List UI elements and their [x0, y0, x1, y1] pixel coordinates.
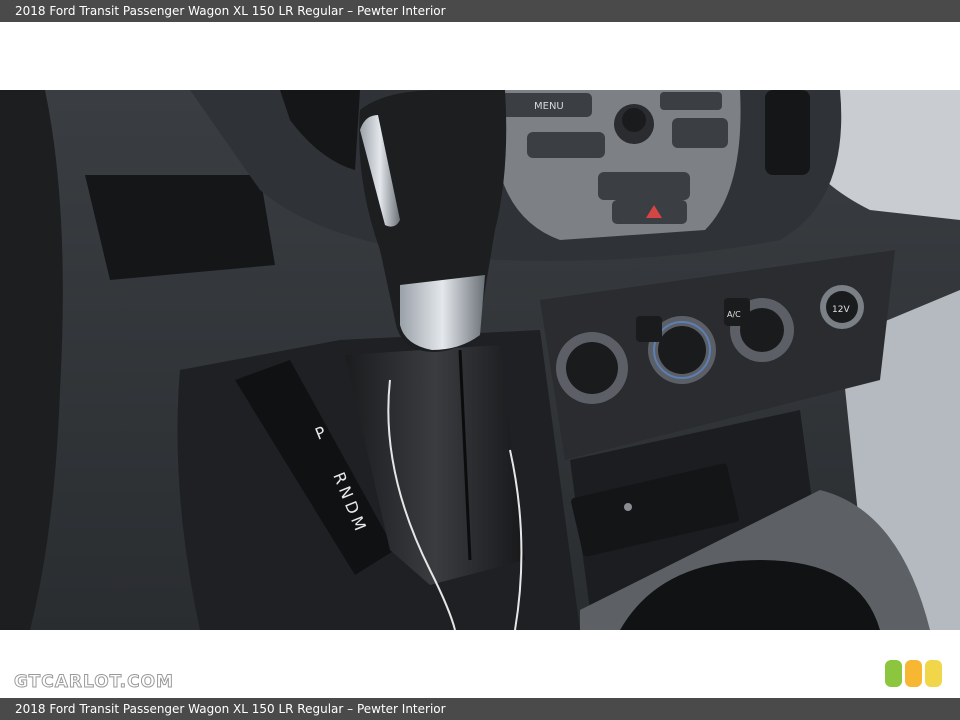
radio-knob [622, 108, 646, 132]
power-outlet-label: 12V [832, 305, 850, 315]
air-vent [765, 90, 810, 175]
temperature-knob [658, 326, 706, 374]
rating-yellow-dot [925, 660, 942, 687]
image-caption: 2018 Ford Transit Passenger Wagon XL 150… [15, 702, 446, 716]
rating-orange-dot [905, 660, 922, 687]
rating-indicator [885, 660, 942, 687]
ac-label: A/C [727, 310, 741, 319]
site-watermark: GTCARLOT.COM [14, 672, 174, 693]
fan-speed-knob [566, 342, 618, 394]
image-title-bar: 2018 Ford Transit Passenger Wagon XL 150… [0, 0, 960, 22]
storage-cubby [85, 175, 275, 280]
interior-photo: MENU P RNDM A/C 12V [0, 90, 960, 630]
menu-label: MENU [534, 101, 564, 112]
rating-green-dot [885, 660, 902, 687]
image-caption-bar: 2018 Ford Transit Passenger Wagon XL 150… [0, 698, 960, 720]
image-title: 2018 Ford Transit Passenger Wagon XL 150… [15, 4, 446, 18]
hazard-button [612, 200, 687, 224]
